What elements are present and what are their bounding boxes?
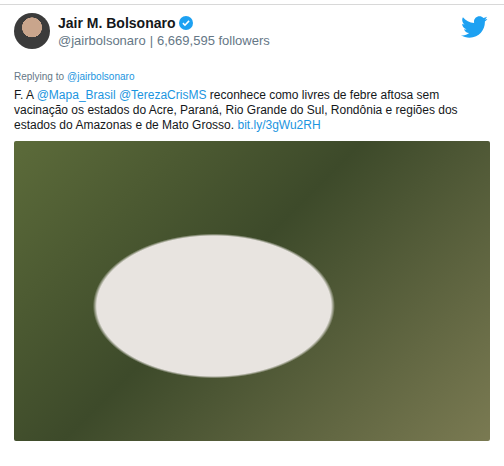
tweet-card: Jair M. Bolsonaro @jairbolsonaro | 6,669… — [0, 4, 504, 466]
separator: | — [150, 33, 153, 48]
text-segment: F. A — [14, 88, 37, 102]
twitter-bird-icon[interactable] — [460, 13, 488, 41]
text-segment — [116, 88, 119, 102]
avatar-icon[interactable] — [14, 13, 50, 49]
tweet-mention[interactable]: @Mapa_Brasil — [37, 88, 116, 102]
handle-row: @jairbolsonaro | 6,669,595 followers — [58, 33, 452, 48]
verified-badge-icon — [179, 16, 193, 30]
tweet-link[interactable]: bit.ly/3gWu2RH — [237, 118, 320, 132]
author-handle[interactable]: @jairbolsonaro — [58, 33, 146, 48]
reply-line: Replying to @jairbolsonaro — [14, 71, 490, 82]
reply-prefix: Replying to — [14, 71, 64, 82]
tweet-header: Jair M. Bolsonaro @jairbolsonaro | 6,669… — [14, 13, 490, 49]
follower-count: 6,669,595 followers — [157, 33, 270, 48]
name-row: Jair M. Bolsonaro — [58, 15, 452, 31]
reply-mention[interactable]: @jairbolsonaro — [67, 71, 134, 82]
author-info: Jair M. Bolsonaro @jairbolsonaro | 6,669… — [58, 15, 452, 48]
author-name[interactable]: Jair M. Bolsonaro — [58, 15, 175, 31]
tweet-text: F. A @Mapa_Brasil @TerezaCrisMS reconhec… — [14, 88, 490, 133]
tweet-mention[interactable]: @TerezaCrisMS — [119, 88, 207, 102]
tweet-photo[interactable] — [14, 141, 490, 441]
